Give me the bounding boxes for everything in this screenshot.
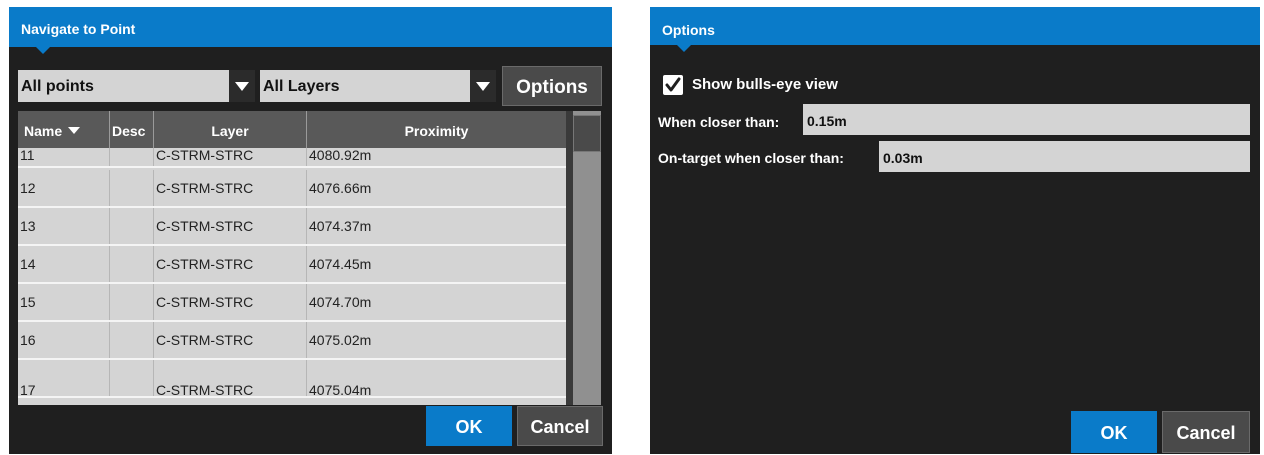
sort-descending-icon (68, 127, 81, 135)
cell-proximity: 4074.37m (309, 218, 372, 234)
cell-name: 16 (18, 322, 110, 358)
table-body: 11 C-STRM-STRC 4080.92m 12 C-STRM-STRC 4… (18, 148, 566, 405)
cell-desc (110, 208, 154, 244)
closer-than-label: When closer than: (658, 114, 780, 130)
table-row[interactable]: 15 C-STRM-STRC 4074.70m (18, 284, 566, 322)
cell-proximity: 4074.45m (309, 256, 372, 272)
navigate-dialog-title-text: Navigate to Point (21, 21, 136, 37)
cell-layer: C-STRM-STRC (154, 148, 307, 166)
table-row[interactable]: 14 C-STRM-STRC 4074.45m (18, 246, 566, 284)
on-target-input[interactable]: 0.03m (879, 141, 1250, 172)
column-header-layer[interactable]: Layer (154, 111, 307, 148)
checkmark-icon (665, 77, 681, 92)
on-target-label: On-target when closer than: (658, 150, 844, 166)
cell-desc (110, 322, 154, 358)
navigate-cancel-button[interactable]: Cancel (517, 406, 603, 446)
cell-name: 17 (18, 360, 110, 398)
options-dialog-title-text: Options (662, 22, 715, 38)
point-filter-dropdown[interactable]: All points (18, 70, 255, 102)
table-scrollbar[interactable] (573, 111, 601, 405)
point-filter-value: All points (21, 78, 94, 95)
column-header-name-label: Name (24, 123, 63, 139)
options-dialog: Options Show bulls-eye view When closer … (650, 7, 1260, 454)
cell-proximity: 4074.70m (309, 294, 372, 310)
point-filter-chevron-down-icon[interactable] (229, 70, 255, 102)
title-notch (676, 44, 692, 52)
table-header: Name Desc Layer Proximity (18, 111, 566, 148)
cell-layer: C-STRM-STRC (154, 246, 307, 282)
layer-filter-value: All Layers (263, 78, 340, 95)
closer-than-input[interactable]: 0.15m (803, 104, 1250, 135)
cell-name: 15 (18, 284, 110, 320)
table-scrollbar-thumb[interactable] (573, 115, 601, 152)
show-bullseye-checkbox[interactable] (663, 75, 683, 95)
options-cancel-button[interactable]: Cancel (1162, 411, 1250, 453)
cell-name: 11 (18, 148, 110, 166)
column-header-proximity[interactable]: Proximity (307, 111, 566, 148)
cell-layer: C-STRM-STRC (154, 322, 307, 358)
show-bullseye-label[interactable]: Show bulls-eye view (692, 76, 838, 93)
cell-desc (110, 360, 154, 396)
layer-filter-chevron-down-icon[interactable] (470, 70, 496, 102)
cell-proximity: 4076.66m (309, 180, 372, 196)
cell-proximity: 4075.02m (309, 332, 372, 348)
cell-desc (110, 170, 154, 206)
cell-layer: C-STRM-STRC (154, 360, 307, 398)
navigate-dialog-title: Navigate to Point (9, 7, 612, 54)
table-row[interactable]: 12 C-STRM-STRC 4076.66m (18, 170, 566, 208)
table-row[interactable]: 17 C-STRM-STRC 4075.04m (18, 360, 566, 398)
table-row[interactable]: 13 C-STRM-STRC 4074.37m (18, 208, 566, 246)
options-button[interactable]: Options (502, 66, 602, 106)
options-ok-button[interactable]: OK (1071, 411, 1157, 453)
cell-proximity: 4075.04m (309, 382, 372, 398)
title-notch (35, 46, 51, 54)
cell-proximity: 4080.92m (309, 148, 372, 163)
navigate-to-point-dialog: Navigate to Point All points All Layers … (9, 7, 612, 454)
cell-name: 13 (18, 208, 110, 244)
table-row[interactable]: 16 C-STRM-STRC 4075.02m (18, 322, 566, 360)
cell-layer: C-STRM-STRC (154, 284, 307, 320)
cell-name: 14 (18, 246, 110, 282)
column-header-name[interactable]: Name (18, 111, 110, 148)
layer-filter-dropdown[interactable]: All Layers (260, 70, 496, 102)
navigate-ok-button[interactable]: OK (426, 406, 512, 446)
column-header-desc[interactable]: Desc (110, 111, 154, 148)
cell-desc (110, 284, 154, 320)
cell-name: 12 (18, 170, 110, 206)
cell-desc (110, 246, 154, 282)
points-table: Name Desc Layer Proximity 11 C-STRM-STRC… (18, 111, 601, 405)
cell-desc (110, 148, 154, 166)
options-dialog-title: Options (650, 7, 1260, 52)
table-row[interactable]: 11 C-STRM-STRC 4080.92m (18, 148, 566, 168)
cell-layer: C-STRM-STRC (154, 208, 307, 244)
cell-layer: C-STRM-STRC (154, 170, 307, 206)
